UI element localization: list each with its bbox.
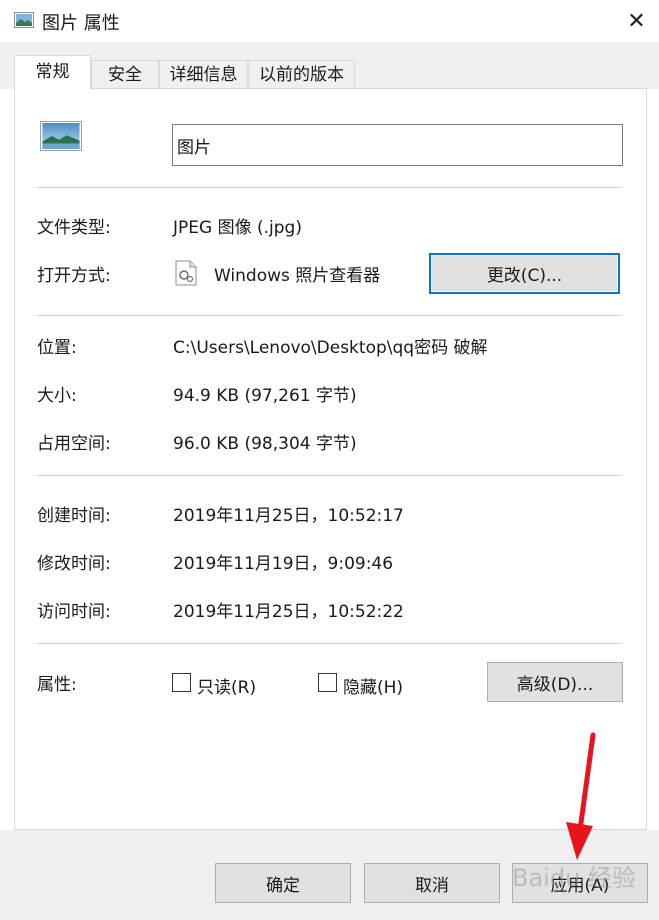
hidden-checkbox[interactable]: [318, 673, 337, 692]
attributes-label: 属性:: [37, 675, 77, 695]
cancel-button[interactable]: 取消: [364, 863, 500, 903]
accessed-value: 2019年11月25日，10:52:22: [173, 602, 404, 622]
file-type-label: 文件类型:: [37, 218, 111, 238]
title-bar: 图片 属性 ✕: [0, 0, 659, 42]
tab-previous-versions[interactable]: 以前的版本: [248, 60, 355, 89]
created-label: 创建时间:: [37, 506, 111, 526]
location-label: 位置:: [37, 338, 77, 358]
file-type-value: JPEG 图像 (.jpg): [173, 218, 302, 238]
modified-value: 2019年11月19日，9:09:46: [173, 554, 394, 574]
hidden-label[interactable]: 隐藏(H): [343, 673, 403, 698]
disk-size-label: 占用空间:: [37, 434, 111, 454]
tab-general[interactable]: 常规: [14, 55, 91, 90]
divider: [37, 643, 621, 644]
cancel-button-label: 取消: [415, 875, 449, 896]
size-value: 94.9 KB (97,261 字节): [173, 386, 357, 406]
divider: [37, 475, 621, 476]
ok-button[interactable]: 确定: [215, 863, 351, 903]
close-button[interactable]: ✕: [614, 0, 659, 42]
tab-bar: 常规 安全 详细信息 以前的版本: [0, 42, 659, 90]
jpeg-thumbnail-icon: [40, 121, 82, 151]
divider: [37, 315, 621, 316]
change-button-label: 更改(C)...: [486, 266, 563, 286]
readonly-label[interactable]: 只读(R): [197, 673, 256, 698]
photo-viewer-app-icon: [175, 260, 197, 286]
opens-with-app-name: Windows 照片查看器: [214, 266, 381, 286]
disk-size-value: 96.0 KB (98,304 字节): [173, 434, 357, 454]
advanced-button[interactable]: 高级(D)...: [487, 662, 623, 702]
file-name-input[interactable]: [172, 124, 623, 166]
watermark-text: Baidu 经验: [512, 864, 636, 892]
size-label: 大小:: [37, 386, 77, 406]
tab-details[interactable]: 详细信息: [159, 60, 248, 89]
tab-security[interactable]: 安全: [91, 60, 159, 89]
change-program-button[interactable]: 更改(C)...: [429, 253, 620, 294]
modified-label: 修改时间:: [37, 554, 111, 574]
close-icon: ✕: [627, 8, 646, 34]
accessed-label: 访问时间:: [37, 602, 111, 622]
created-value: 2019年11月25日，10:52:17: [173, 506, 404, 526]
general-tab-panel: [14, 88, 647, 830]
divider: [37, 187, 621, 188]
location-value: C:\Users\Lenovo\Desktop\qq密码 破解: [173, 338, 488, 358]
window-title: 图片 属性: [42, 13, 120, 34]
advanced-button-label: 高级(D)...: [516, 674, 594, 695]
opens-with-label: 打开方式:: [37, 266, 111, 286]
image-file-icon: [14, 12, 34, 28]
ok-button-label: 确定: [266, 875, 300, 896]
readonly-checkbox[interactable]: [172, 673, 191, 692]
